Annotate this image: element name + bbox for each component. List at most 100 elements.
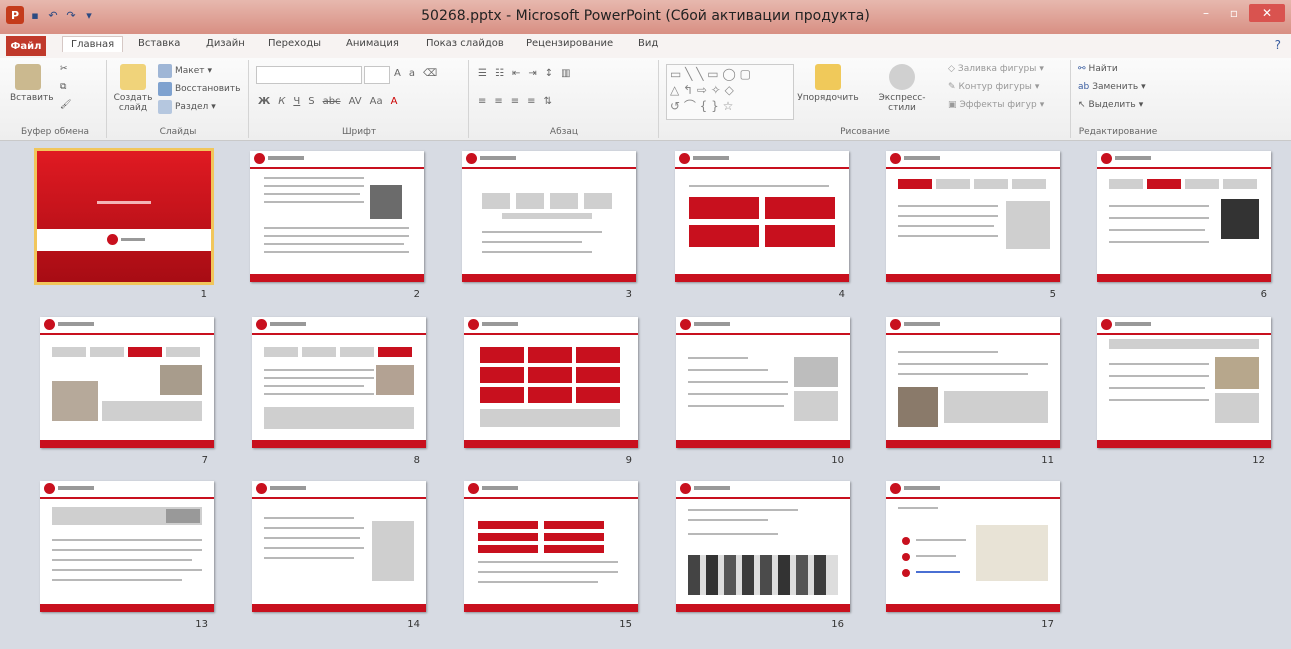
slide-thumbnail-1[interactable] <box>34 148 214 285</box>
tab-review[interactable]: Рецензирование <box>526 38 613 49</box>
logo-icon <box>890 153 901 164</box>
text-line <box>1109 399 1209 401</box>
slide-thumbnail-17[interactable] <box>886 481 1060 612</box>
tab-slideshow[interactable]: Показ слайдов <box>426 38 504 49</box>
text-line <box>482 251 592 253</box>
text-line <box>52 579 182 581</box>
font-color-icon[interactable]: A <box>391 96 398 107</box>
bold-icon[interactable]: Ж <box>258 96 270 107</box>
text-line <box>264 369 374 371</box>
tab-design[interactable]: Дизайн <box>206 38 245 49</box>
grey-bar <box>502 213 592 219</box>
slide-footer <box>252 604 426 612</box>
format-painter-icon[interactable]: 🖌 <box>60 100 71 110</box>
tab-transitions[interactable]: Переходы <box>268 38 321 49</box>
copy-icon[interactable]: ⧉ <box>60 82 66 92</box>
shape-fill-button[interactable]: ◇ Заливка фигуры ▾ <box>948 64 1044 74</box>
grow-font-icon[interactable]: A <box>394 68 401 79</box>
columns-icon[interactable]: ▥ <box>561 68 570 79</box>
align-left-icon[interactable]: ≡ <box>478 96 486 107</box>
grey-tab-box <box>974 179 1008 189</box>
help-icon[interactable]: ? <box>1275 38 1281 52</box>
select-button[interactable]: ↖ Выделить ▾ <box>1078 100 1143 110</box>
layout-icon <box>158 64 172 78</box>
slide-thumbnail-6[interactable] <box>1097 151 1271 282</box>
red-box <box>528 387 572 403</box>
drawing-group: ▭ ╲ ╲ ▭ ◯ ▢ △ ↰ ⇨ ✧ ◇ ↺ ⌒ { } ☆ Упорядочит… <box>660 60 1071 138</box>
slide-header <box>676 317 850 335</box>
active-tab-box <box>898 179 932 189</box>
text-line <box>688 369 768 371</box>
red-box <box>765 197 835 219</box>
logo-text <box>904 486 940 490</box>
logo-icon <box>1101 319 1112 330</box>
font-name-dropdown[interactable] <box>256 66 362 84</box>
layout-button[interactable]: Макет ▾ <box>158 64 212 78</box>
increase-indent-icon[interactable]: ⇥ <box>528 68 536 79</box>
tab-file[interactable]: Файл <box>6 36 46 56</box>
red-box <box>480 387 524 403</box>
slide-thumbnail-5[interactable] <box>886 151 1060 282</box>
slide-thumbnail-10[interactable] <box>676 317 850 448</box>
slide-thumbnail-4[interactable] <box>675 151 849 282</box>
slide-thumbnail-3[interactable] <box>462 151 636 282</box>
shapes-gallery[interactable]: ▭ ╲ ╲ ▭ ◯ ▢ △ ↰ ⇨ ✧ ◇ ↺ ⌒ { } ☆ <box>666 64 794 120</box>
text-line <box>688 393 788 395</box>
slide-thumbnail-7[interactable] <box>40 317 214 448</box>
italic-icon[interactable]: К <box>278 96 285 107</box>
clear-format-icon[interactable]: ⌫ <box>423 68 437 79</box>
line-spacing-icon[interactable]: ↕ <box>545 68 553 79</box>
slide-thumbnail-16[interactable] <box>676 481 850 612</box>
font-size-dropdown[interactable] <box>364 66 390 84</box>
grey-text-box <box>794 391 838 421</box>
text-direction-icon[interactable]: ⇅ <box>544 96 552 107</box>
new-slide-button[interactable]: Создать слайд <box>112 64 154 113</box>
tab-home[interactable]: Главная <box>62 36 124 52</box>
section-button[interactable]: Раздел ▾ <box>158 100 216 114</box>
tab-animations[interactable]: Анимация <box>346 38 399 49</box>
slide-thumbnail-9[interactable] <box>464 317 638 448</box>
tab-insert[interactable]: Вставка <box>138 38 180 49</box>
text-line <box>264 227 409 229</box>
tab-view[interactable]: Вид <box>638 38 658 49</box>
slide-footer <box>464 440 638 448</box>
slide-thumbnail-8[interactable] <box>252 317 426 448</box>
slide-thumbnail-15[interactable] <box>464 481 638 612</box>
slide-thumbnail-11[interactable] <box>886 317 1060 448</box>
quick-styles-button[interactable]: Экспресс-стили <box>866 64 938 113</box>
paste-button[interactable]: Вставить <box>10 64 54 103</box>
find-button[interactable]: ⚯ Найти <box>1078 64 1118 74</box>
shape-effects-button[interactable]: ▣ Эффекты фигур ▾ <box>948 100 1044 110</box>
bullets-icon[interactable]: ☰ <box>478 68 487 79</box>
close-button[interactable]: ✕ <box>1249 4 1285 22</box>
arrange-button[interactable]: Упорядочить <box>792 64 864 103</box>
shape-outline-button[interactable]: ✎ Контур фигуры ▾ <box>948 82 1039 92</box>
slide-thumbnail-2[interactable] <box>250 151 424 282</box>
justify-icon[interactable]: ≡ <box>527 96 535 107</box>
numbering-icon[interactable]: ☷ <box>495 68 504 79</box>
binoculars-icon: ⚯ <box>1078 64 1086 74</box>
slide-thumbnail-13[interactable] <box>40 481 214 612</box>
minimize-button[interactable]: – <box>1193 4 1219 22</box>
maximize-button[interactable]: ▫ <box>1221 4 1247 22</box>
align-right-icon[interactable]: ≡ <box>511 96 519 107</box>
slide-number: 7 <box>201 455 208 466</box>
slide-thumbnail-12[interactable] <box>1097 317 1271 448</box>
decrease-indent-icon[interactable]: ⇤ <box>512 68 520 79</box>
slide-thumbnail-14[interactable] <box>252 481 426 612</box>
replace-button[interactable]: ab Заменить ▾ <box>1078 82 1146 92</box>
underline-icon[interactable]: Ч <box>293 96 300 107</box>
shadow-icon[interactable]: S <box>308 96 314 107</box>
slide-header <box>676 481 850 499</box>
text-line <box>52 539 202 541</box>
strikethrough-icon[interactable]: abc <box>323 96 341 107</box>
shrink-font-icon[interactable]: a <box>409 68 415 79</box>
text-line <box>1109 363 1209 365</box>
change-case-icon[interactable]: Aa <box>370 96 383 107</box>
text-line <box>1109 387 1205 389</box>
logo-text <box>1115 156 1151 160</box>
reset-button[interactable]: Восстановить <box>158 82 240 96</box>
cut-icon[interactable]: ✂ <box>60 64 68 74</box>
align-center-icon[interactable]: ≡ <box>494 96 502 107</box>
char-spacing-icon[interactable]: AV <box>349 96 362 107</box>
